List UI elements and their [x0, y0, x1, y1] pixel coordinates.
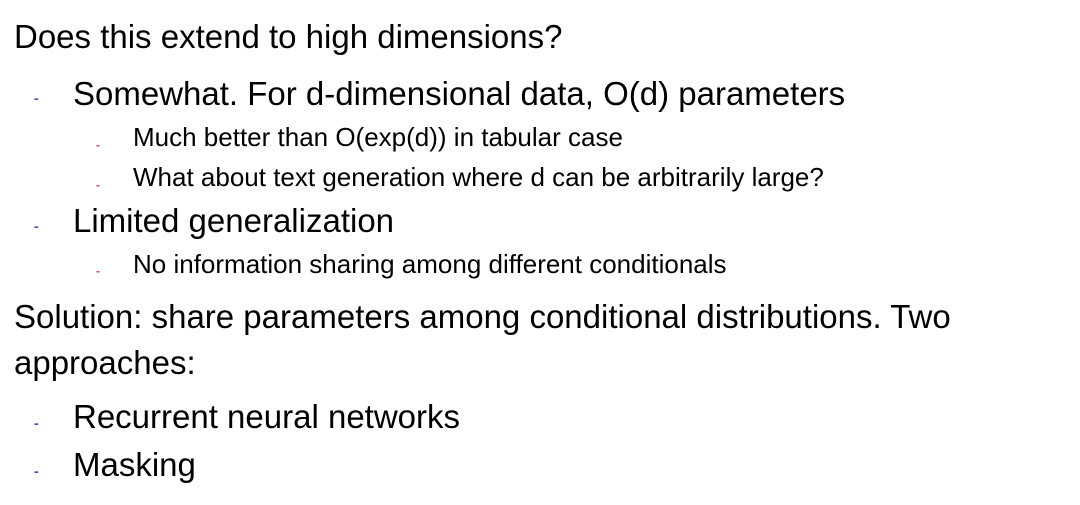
subpoint-tabular: Much better than O(exp(d)) in tabular ca… — [133, 122, 623, 152]
point-somewhat: Somewhat. For d-dimensional data, O(d) p… — [73, 75, 846, 112]
approach-masking: Masking — [73, 446, 196, 483]
bullet-marker: - — [34, 463, 39, 479]
heading-solution-line1: Solution: share parameters among conditi… — [14, 298, 951, 335]
heading-high-dimensions: Does this extend to high dimensions? — [14, 18, 563, 55]
sub-bullet-marker: - — [96, 138, 100, 152]
bullet-marker: - — [34, 415, 39, 431]
bullet-marker: - — [34, 90, 39, 106]
sub-bullet-marker: - — [96, 264, 100, 278]
subpoint-information-sharing: No information sharing among different c… — [133, 249, 727, 279]
point-limited-generalization: Limited generalization — [73, 202, 395, 239]
approach-rnn: Recurrent neural networks — [73, 398, 461, 435]
heading-solution-line2: approaches: — [14, 344, 196, 381]
slide: Does this extend to high dimensions? - S… — [0, 0, 1080, 505]
sub-bullet-marker: - — [96, 178, 100, 192]
bullet-marker: - — [34, 218, 39, 234]
subpoint-text-generation: What about text generation where d can b… — [133, 162, 824, 192]
